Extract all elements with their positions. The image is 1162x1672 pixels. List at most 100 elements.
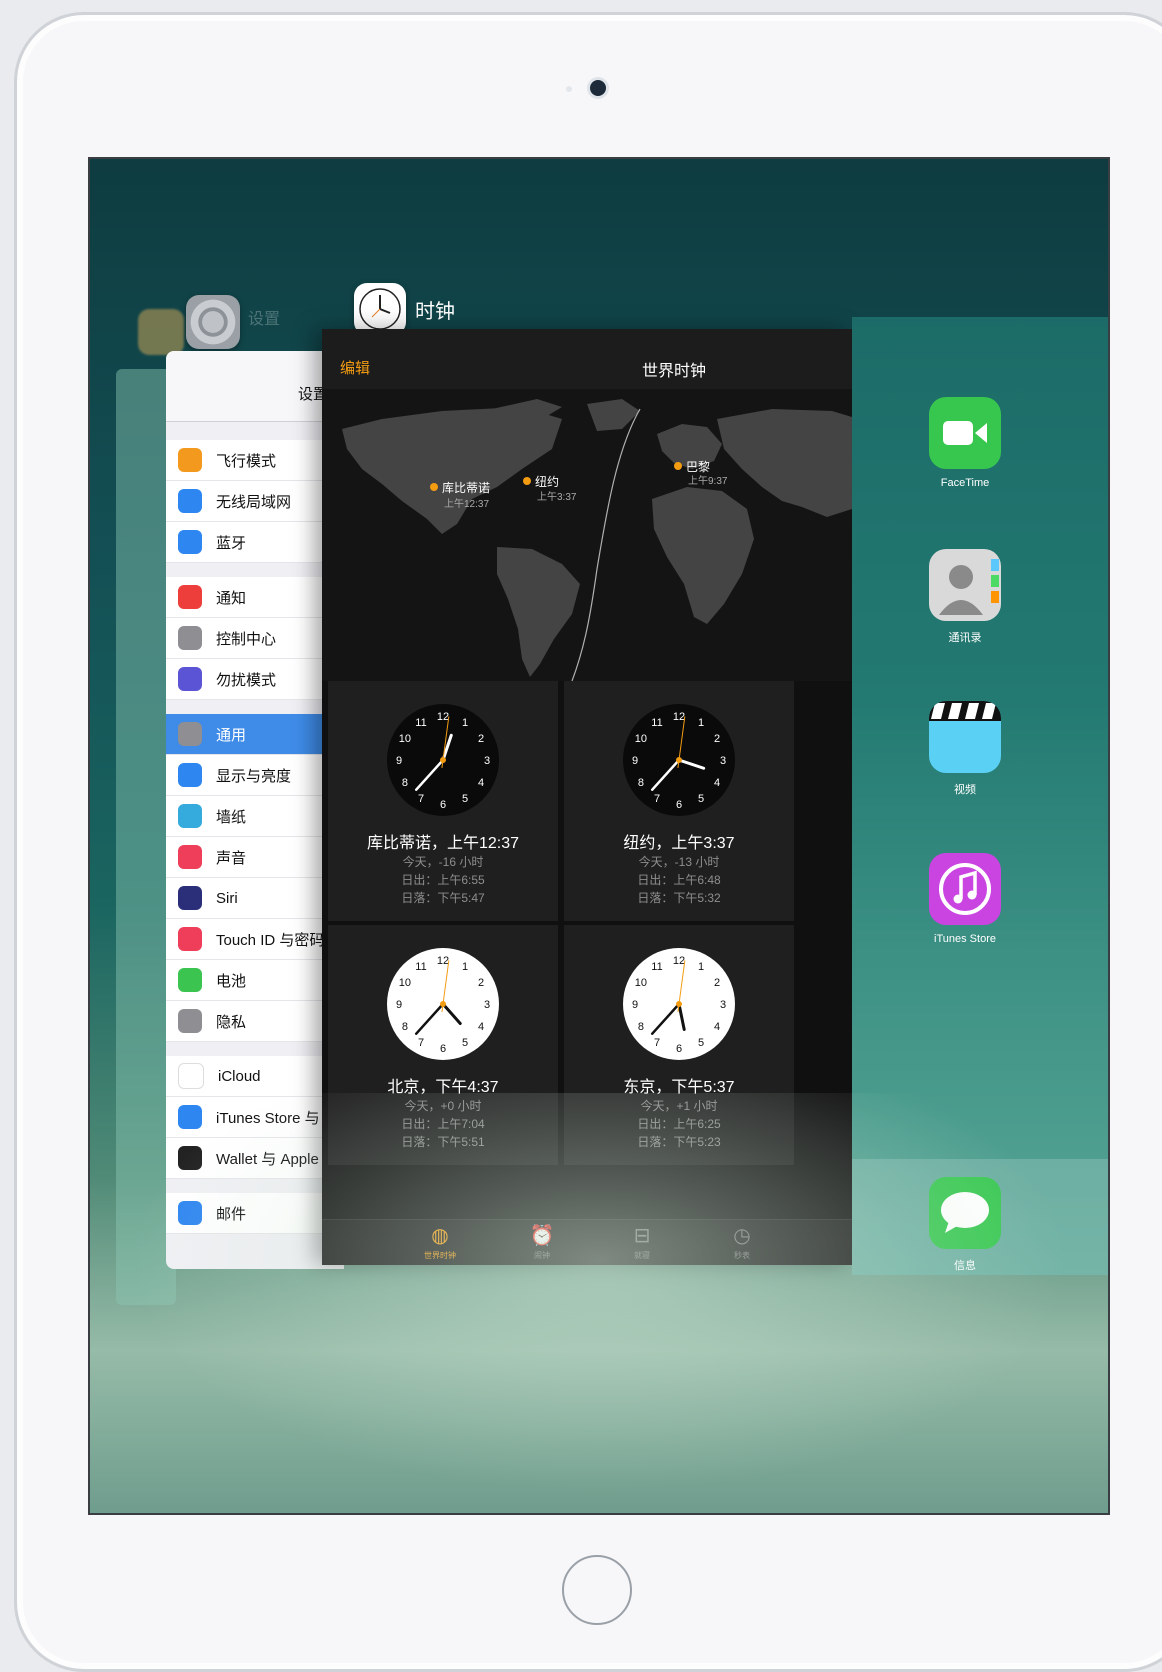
settings-app-card[interactable]: 设置 飞行模式无线局域网蓝牙通知控制中心勿扰模式通用显示与亮度墙纸声音 Siri T… (166, 351, 344, 1269)
settings-row[interactable]: 控制中心 (166, 618, 344, 659)
app-itunes-store[interactable]: iTunes Store (920, 853, 1010, 945)
settings-group: 邮件 (166, 1193, 344, 1234)
background-app-icon[interactable] (138, 309, 184, 355)
settings-item-icon (178, 804, 202, 828)
clock-app-label: 时钟 (415, 301, 455, 323)
clock-tab-bar: ◍ 世界时钟 ⏰ 闹钟 ⊟ 就寝 ◷ 秒表 (322, 1219, 852, 1265)
world-clock-cell[interactable]: 1 2 3 4 5 6 7 8 9 10 11 12 东京，下午5:37 今天，+1 小时 日出：上午6:2… (564, 925, 794, 1165)
clock-app-card[interactable]: 编辑 世界时钟 库比蒂诺 上午12:37 纽约 上午3:37 巴黎 上午9:37… (322, 329, 852, 1265)
settings-item-label: 墙纸 (216, 808, 247, 826)
clock-offset: 今天，-13 小时 (638, 855, 720, 869)
settings-item-icon (178, 1009, 202, 1033)
world-clock-cell[interactable]: 1 2 3 4 5 6 7 8 9 10 11 12 北京，下午4:37 今天，+0 小时 日出：上午7:0… (328, 925, 558, 1165)
app-videos[interactable]: 视频 (920, 701, 1010, 797)
settings-row[interactable]: 声音 (166, 837, 344, 878)
settings-row[interactable]: 通用 (166, 714, 344, 755)
clock-hour-numeral: 10 (635, 733, 647, 745)
settings-row[interactable]: iCloud (166, 1056, 344, 1097)
analog-clock-face: 1234567891011 12 (387, 704, 499, 816)
settings-row[interactable]: 勿扰模式 (166, 659, 344, 700)
settings-item-icon (178, 763, 202, 787)
clock-hour-numeral: 2 (714, 977, 720, 989)
clock-sunrise: 日出：上午7:04 (401, 1117, 485, 1131)
clock-city-time: 纽约，上午3:37 (623, 835, 735, 852)
settings-group: 飞行模式无线局域网蓝牙 (166, 440, 344, 563)
world-clock-cell[interactable]: 1 2 3 4 5 6 7 8 9 10 11 12 库比蒂诺，上午12:37 今天，-16 小时 日出：上… (328, 681, 558, 921)
settings-header: 设置 (166, 351, 344, 422)
clock-offset: 今天，+1 小时 (640, 1099, 718, 1113)
settings-row[interactable]: 飞行模式 (166, 440, 344, 481)
settings-group: 通知控制中心勿扰模式 (166, 577, 344, 700)
clock-hour-numeral: 8 (402, 777, 408, 789)
world-clock-cell[interactable]: 1 2 3 4 5 6 7 8 9 10 11 12 纽约，上午3:37 今天，-13 小时 日出：上午6:… (564, 681, 794, 921)
app-label: 信息 (954, 1260, 976, 1272)
clock-hour-numeral: 12 (673, 955, 685, 967)
clock-center (676, 1001, 682, 1007)
settings-row[interactable]: 隐私 (166, 1001, 344, 1042)
settings-item-icon (178, 626, 202, 650)
analog-clock-face: 1234567891011 12 (623, 948, 735, 1060)
settings-item-label: 无线局域网 (216, 493, 292, 511)
tab-bed[interactable]: ⊟ 就寝 (612, 1224, 672, 1261)
edit-button[interactable]: 编辑 (340, 357, 370, 378)
settings-item-icon (178, 1201, 202, 1225)
settings-row[interactable]: Touch ID 与密码 (166, 919, 344, 960)
clock-sunrise: 日出：上午6:55 (401, 873, 485, 887)
app-label: iTunes Store (934, 933, 996, 945)
app-label: FaceTime (940, 477, 990, 489)
clock-hour-numeral: 2 (478, 977, 484, 989)
itunes-store-icon (929, 853, 1001, 925)
settings-app-icon[interactable] (186, 295, 240, 349)
clock-city-time: 北京，下午4:37 (387, 1079, 499, 1096)
settings-list: 飞行模式无线局域网蓝牙通知控制中心勿扰模式通用显示与亮度墙纸声音 Siri Touc… (166, 440, 344, 1234)
app-contacts[interactable]: 通讯录 (920, 549, 1010, 645)
settings-row[interactable]: 邮件 (166, 1193, 344, 1234)
tab-globe[interactable]: ◍ 世界时钟 (410, 1224, 470, 1261)
clock-app-icon[interactable] (354, 283, 406, 335)
settings-item-label: 电池 (216, 972, 247, 990)
settings-row[interactable]: Siri (166, 878, 344, 919)
settings-item-label: 显示与亮度 (216, 767, 292, 785)
settings-item-label: 控制中心 (216, 630, 277, 648)
app-messages[interactable]: 信息 (920, 1177, 1010, 1273)
settings-item-icon (178, 489, 202, 513)
settings-row[interactable]: 电池 (166, 960, 344, 1001)
settings-item-label: 隐私 (216, 1013, 247, 1031)
app-icon-tile (929, 853, 1001, 925)
settings-item-label: 通知 (216, 589, 247, 607)
settings-row[interactable]: Wallet 与 Apple Pay (166, 1138, 344, 1179)
settings-row[interactable]: 无线局域网 (166, 481, 344, 522)
clock-hour-numeral: 11 (651, 961, 662, 973)
settings-group: iCloud iTunes Store 与 App StoreWallet 与 A… (166, 1056, 344, 1179)
home-button[interactable] (562, 1555, 632, 1625)
facetime-icon (929, 397, 1001, 469)
clock-sunset: 日落：下午5:32 (637, 891, 721, 905)
clock-hour-numeral: 4 (714, 777, 720, 789)
videos-icon (929, 701, 1001, 773)
dock: 信息 (852, 1159, 1108, 1275)
tab-stopwatch[interactable]: ◷ 秒表 (712, 1224, 772, 1261)
clock-hour-numeral: 1 (698, 717, 704, 729)
sensor-dot (566, 86, 572, 92)
tab-alarm[interactable]: ⏰ 闹钟 (512, 1224, 572, 1261)
settings-row[interactable]: 通知 (166, 577, 344, 618)
home-screen-card[interactable]: FaceTime 通讯录视频 iTunes Store 信息 (852, 317, 1108, 1275)
clock-hour-numeral: 12 (437, 955, 449, 967)
clock-center (676, 757, 682, 763)
clock-hour-numeral: 11 (415, 961, 426, 973)
clock-sunset: 日落：下午5:47 (401, 891, 485, 905)
settings-row[interactable]: 蓝牙 (166, 522, 344, 563)
settings-row[interactable]: 显示与亮度 (166, 755, 344, 796)
clock-face-icon (359, 288, 401, 330)
clock-hour-numeral: 3 (484, 755, 490, 767)
app-facetime[interactable]: FaceTime (920, 397, 1010, 489)
app-label: 通讯录 (948, 632, 982, 644)
tab-label: 秒表 (734, 1251, 750, 1260)
app-icon-tile (929, 1177, 1001, 1249)
clock-sunrise: 日出：上午6:25 (637, 1117, 721, 1131)
alarm-icon: ⏰ (529, 1225, 555, 1247)
clock-hour-numeral: 9 (396, 999, 402, 1011)
settings-row[interactable]: iTunes Store 与 App Store (166, 1097, 344, 1138)
settings-row[interactable]: 墙纸 (166, 796, 344, 837)
clock-hour-numeral: 3 (484, 999, 490, 1011)
